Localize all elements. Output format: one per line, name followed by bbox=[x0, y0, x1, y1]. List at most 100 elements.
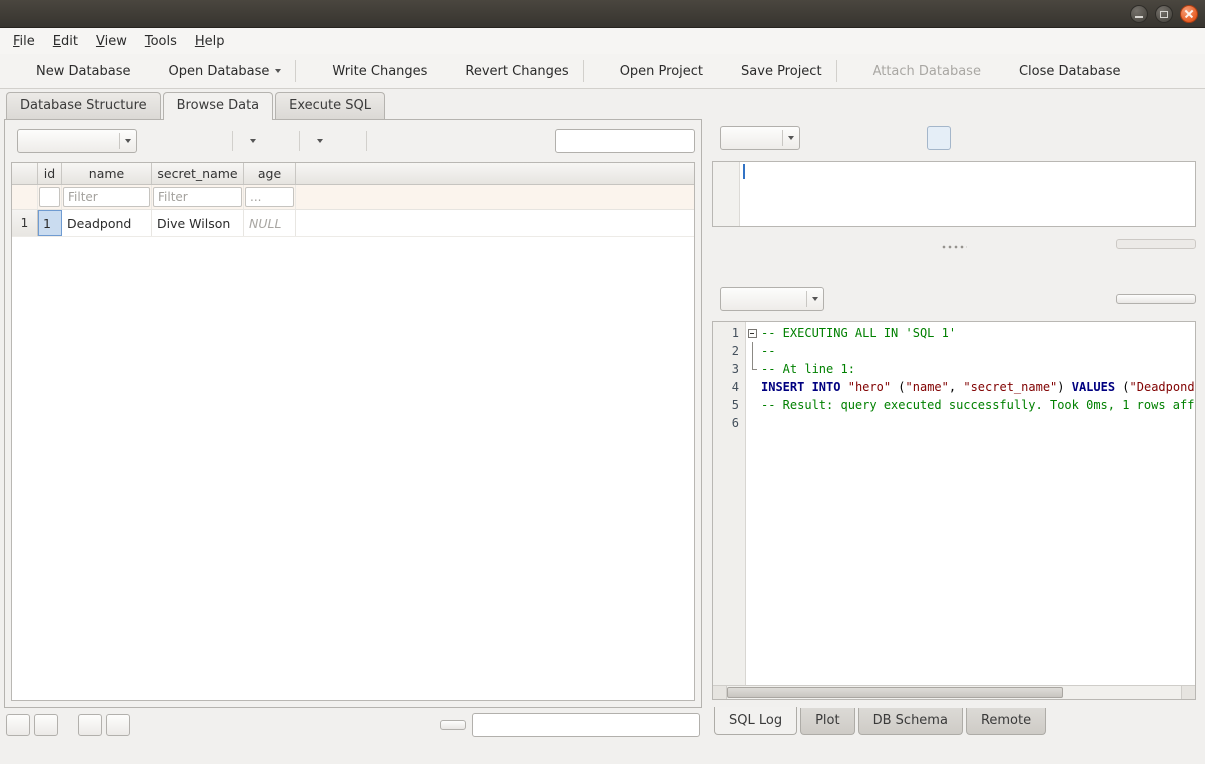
filter-input-name[interactable] bbox=[63, 187, 150, 207]
revert-changes-button[interactable]: Revert Changes bbox=[435, 58, 576, 84]
print-cell-icon[interactable] bbox=[1172, 126, 1196, 150]
copy-cell-icon[interactable] bbox=[1032, 126, 1056, 150]
close-button[interactable] bbox=[1180, 5, 1198, 23]
horizontal-scrollbar[interactable] bbox=[713, 685, 1195, 699]
chevron-down-icon bbox=[317, 139, 323, 143]
minimize-button[interactable] bbox=[1130, 5, 1148, 23]
save-project-button[interactable]: Save Project bbox=[711, 58, 830, 84]
auto-apply-icon[interactable] bbox=[808, 126, 834, 150]
previous-record-button[interactable] bbox=[34, 714, 58, 736]
open-in-text-editor-icon[interactable] bbox=[927, 126, 951, 150]
tab-browse-data[interactable]: Browse Data bbox=[163, 92, 274, 120]
clear-log-button[interactable] bbox=[1116, 294, 1196, 304]
float-panel-icon[interactable] bbox=[1164, 97, 1178, 111]
menu-item-edit[interactable]: Edit bbox=[44, 30, 87, 53]
sql-log-line: 6 bbox=[713, 414, 1195, 432]
write-changes-button[interactable]: Write Changes bbox=[302, 58, 435, 84]
filter-input-age[interactable] bbox=[245, 187, 294, 207]
goto-input[interactable] bbox=[472, 713, 700, 737]
scroll-right-icon[interactable] bbox=[1181, 686, 1195, 699]
cell-editor[interactable] bbox=[712, 161, 1196, 227]
close-panel-icon[interactable] bbox=[1182, 97, 1196, 111]
encoding-icon[interactable] bbox=[401, 129, 427, 153]
clear-all-filters-icon[interactable] bbox=[172, 129, 198, 153]
open-project-button[interactable]: Open Project bbox=[590, 58, 711, 84]
save-filter-icon[interactable] bbox=[200, 129, 226, 153]
column-header-name[interactable]: name bbox=[62, 163, 152, 184]
dock-tab-db-schema[interactable]: DB Schema bbox=[858, 708, 963, 735]
first-record-button[interactable] bbox=[6, 714, 30, 736]
chevron-down-icon bbox=[275, 69, 281, 73]
minimize-icon bbox=[1135, 16, 1143, 18]
close-database-button[interactable]: Close Database bbox=[989, 58, 1129, 84]
cell-name[interactable]: Deadpond bbox=[62, 210, 152, 236]
scrollbar-track[interactable] bbox=[727, 686, 1181, 699]
next-record-button[interactable] bbox=[78, 714, 102, 736]
chevron-down-icon bbox=[806, 291, 818, 307]
grid-body[interactable]: 11DeadpondDive WilsonNULL bbox=[12, 210, 694, 237]
export-cell-icon[interactable] bbox=[1067, 126, 1091, 150]
last-record-button[interactable] bbox=[106, 714, 130, 736]
word-wrap-icon[interactable] bbox=[962, 126, 986, 150]
chevron-down-icon bbox=[119, 133, 131, 149]
line-number: 1 bbox=[713, 326, 745, 340]
close-database-button-label: Close Database bbox=[1019, 64, 1121, 79]
tab-execute-sql[interactable]: Execute SQL bbox=[275, 92, 385, 119]
mode-selector[interactable] bbox=[720, 126, 800, 150]
column-header-secret-name[interactable]: secret_name bbox=[152, 163, 244, 184]
export-records-icon[interactable] bbox=[306, 129, 332, 153]
open-database-button[interactable]: Open Database bbox=[139, 58, 290, 84]
sql-source-selector[interactable] bbox=[720, 287, 824, 311]
print-records-icon[interactable] bbox=[267, 129, 293, 153]
dock-panel: 1-- EXECUTING ALL IN 'SQL 1'2--3-- At li… bbox=[704, 89, 1205, 742]
import-from-file-icon[interactable] bbox=[997, 126, 1021, 150]
table-row[interactable]: 11DeadpondDive WilsonNULL bbox=[12, 210, 694, 237]
sql-log-float-icon[interactable] bbox=[1164, 261, 1178, 275]
dock-tab-remote[interactable]: Remote bbox=[966, 708, 1046, 735]
new-database-button[interactable]: New Database bbox=[6, 58, 139, 84]
menu-item-help[interactable]: Help bbox=[186, 30, 234, 53]
cell-secret-name[interactable]: Dive Wilson bbox=[152, 210, 244, 236]
new-database-button-label: New Database bbox=[36, 64, 131, 79]
set-null-icon[interactable] bbox=[1137, 126, 1161, 150]
attach-database-button-label: Attach Database bbox=[873, 64, 981, 79]
dock-tab-sql-log[interactable]: SQL Log bbox=[714, 707, 797, 735]
sort-records-icon[interactable] bbox=[373, 129, 399, 153]
write-changes-icon bbox=[310, 63, 326, 79]
refresh-icon[interactable] bbox=[144, 129, 170, 153]
cell-id[interactable]: 1 bbox=[38, 210, 62, 236]
save-cell-icon[interactable] bbox=[1102, 126, 1126, 150]
menu-item-tools[interactable]: Tools bbox=[136, 30, 186, 53]
cell-content bbox=[743, 164, 745, 179]
dock-tab-plot[interactable]: Plot bbox=[800, 708, 855, 735]
sql-log-line: 4INSERT INTO "hero" ("name", "secret_nam… bbox=[713, 378, 1195, 396]
sql-log-panel-icons bbox=[1164, 261, 1196, 275]
attach-database-button[interactable]: Attach Database bbox=[843, 58, 989, 84]
insert-record-icon[interactable] bbox=[239, 129, 265, 153]
edit-cell-header bbox=[712, 91, 1196, 117]
table-selector[interactable] bbox=[17, 129, 137, 153]
sql-log-close-icon[interactable] bbox=[1182, 261, 1196, 275]
chevron-down-icon bbox=[782, 130, 794, 146]
chevron-down-icon bbox=[250, 139, 256, 143]
delete-record-icon[interactable] bbox=[334, 129, 360, 153]
fold-marker-icon[interactable] bbox=[748, 329, 757, 338]
maximize-button[interactable] bbox=[1155, 5, 1173, 23]
menu-item-file[interactable]: File bbox=[4, 30, 44, 53]
column-header-id[interactable]: id bbox=[38, 163, 62, 184]
filter-input-secret-name[interactable] bbox=[153, 187, 242, 207]
scroll-left-icon[interactable] bbox=[713, 686, 727, 699]
goto-button[interactable] bbox=[440, 720, 466, 730]
menu-item-view[interactable]: View bbox=[87, 30, 136, 53]
title-bar[interactable] bbox=[0, 0, 1205, 28]
apply-button[interactable] bbox=[1116, 239, 1196, 249]
tab-database-structure[interactable]: Database Structure bbox=[6, 92, 161, 119]
scrollbar-thumb[interactable] bbox=[727, 687, 1063, 698]
column-header-age[interactable]: age bbox=[244, 163, 296, 184]
editor-content[interactable] bbox=[740, 162, 748, 226]
filter-input-id[interactable] bbox=[39, 187, 60, 207]
global-filter-input[interactable] bbox=[555, 129, 695, 153]
cell-age[interactable]: NULL bbox=[244, 210, 296, 236]
sql-text: -- bbox=[759, 344, 775, 358]
sql-log-lines[interactable]: 1-- EXECUTING ALL IN 'SQL 1'2--3-- At li… bbox=[713, 322, 1195, 685]
